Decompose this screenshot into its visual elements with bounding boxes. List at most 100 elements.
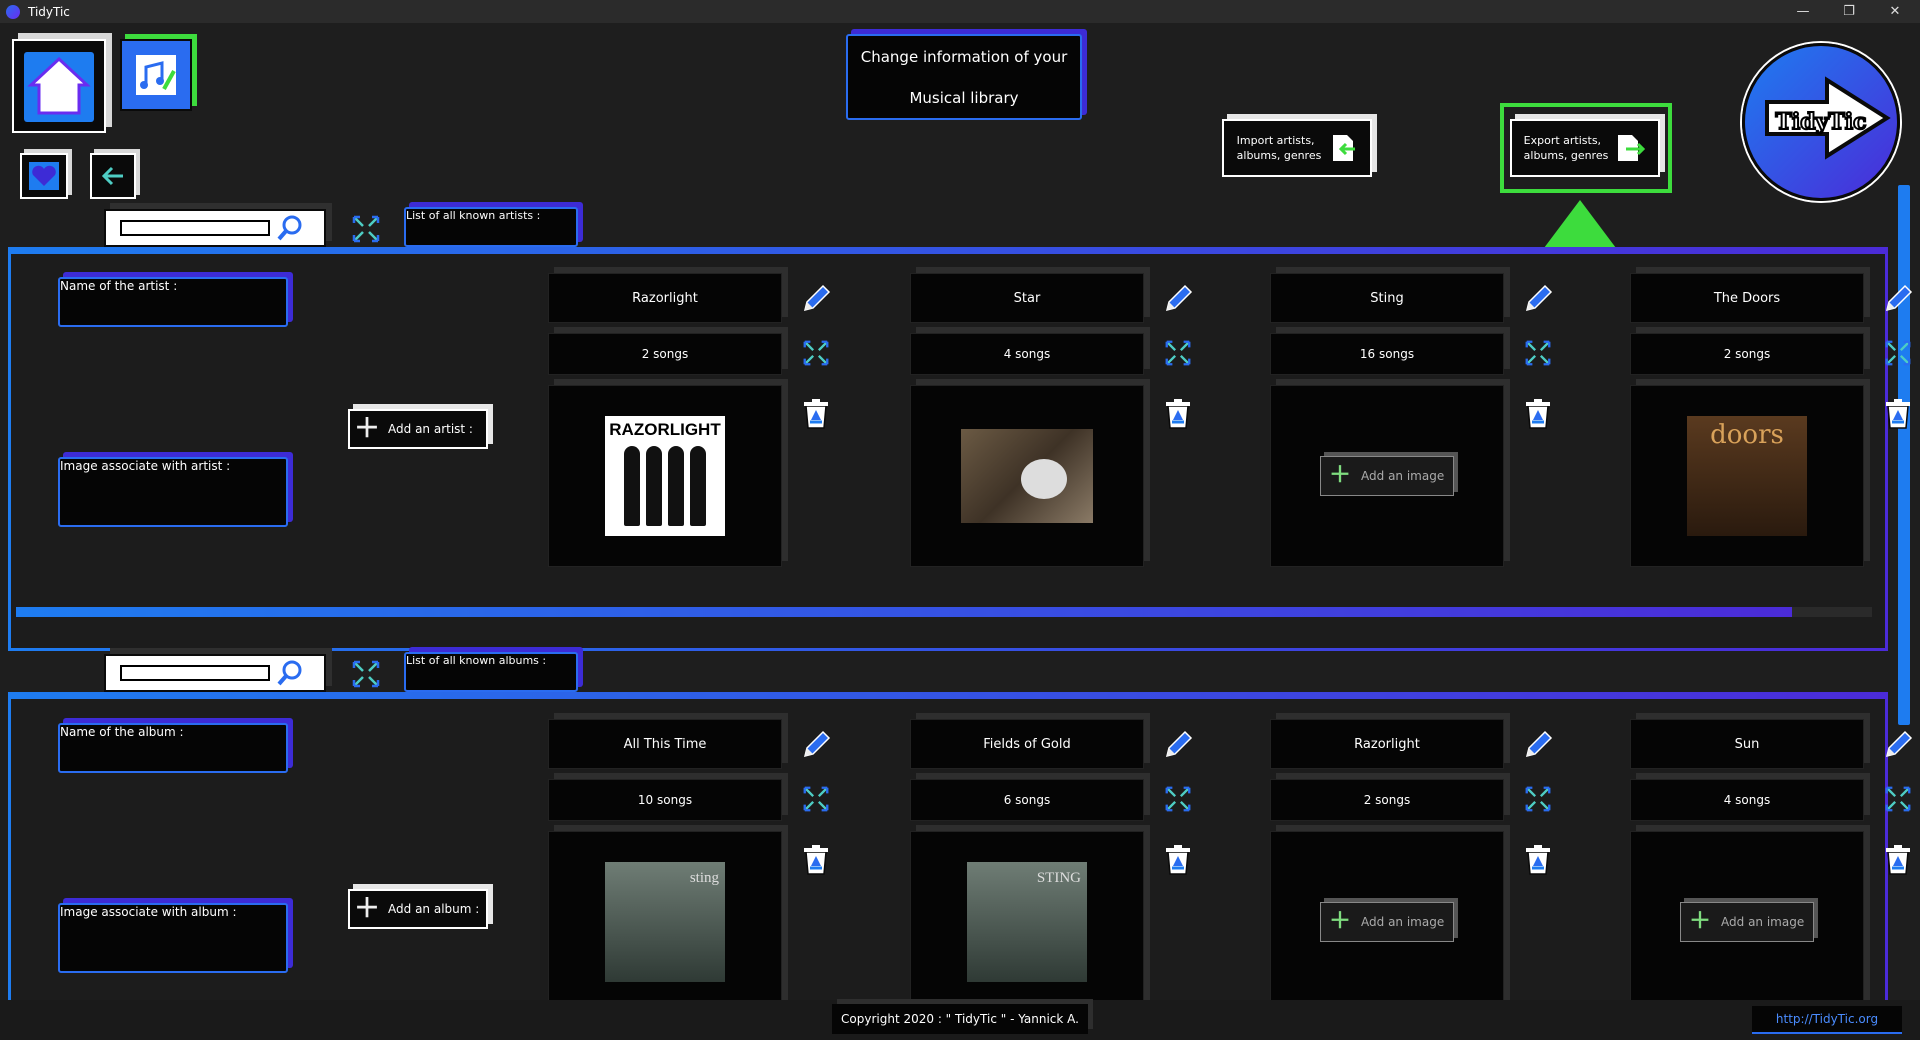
home-button[interactable] — [12, 39, 106, 133]
expand-icon[interactable] — [1162, 337, 1194, 369]
edit-pencil-icon[interactable] — [798, 727, 834, 763]
album-image-1: STING — [967, 862, 1087, 982]
search-icon[interactable] — [276, 659, 304, 687]
edit-pencil-icon[interactable] — [1520, 727, 1556, 763]
restore-button[interactable]: ❐ — [1826, 0, 1872, 23]
album-songs-2: 2 songs — [1270, 779, 1504, 821]
page-title-line1: Change information of your — [860, 47, 1068, 66]
edit-pencil-icon[interactable] — [798, 281, 834, 317]
trash-icon[interactable] — [800, 397, 832, 431]
add-artist-button[interactable]: ＋ Add an artist : — [348, 409, 488, 449]
artist-image-cell-0[interactable]: RAZORLIGHT — [548, 385, 782, 567]
album-image-3: ＋ Add an image — [1680, 902, 1814, 942]
add-image-button[interactable]: ＋ Add an image — [1320, 902, 1454, 942]
artist-songs-2: 16 songs — [1270, 333, 1504, 375]
app-icon — [6, 4, 20, 19]
import-button[interactable]: Import artists, albums, genres — [1222, 119, 1372, 177]
trash-icon[interactable] — [1882, 397, 1914, 431]
album-image-0: sting — [605, 862, 725, 982]
plus-icon: ＋ — [354, 894, 381, 924]
expand-icon[interactable] — [800, 337, 832, 369]
album-name-label: Name of the album : — [58, 723, 288, 773]
artist-search-box — [104, 209, 326, 247]
album-image-cell-1[interactable]: STING — [910, 831, 1144, 1013]
expand-icon[interactable] — [1882, 337, 1914, 369]
trash-icon[interactable] — [1522, 397, 1554, 431]
expand-icon[interactable] — [1882, 783, 1914, 815]
trash-icon[interactable] — [1522, 843, 1554, 877]
trash-icon[interactable] — [1162, 397, 1194, 431]
albums-list-label: List of all known albums : — [404, 652, 578, 692]
plus-icon: ＋ — [354, 414, 381, 444]
close-button[interactable]: ✕ — [1872, 0, 1918, 23]
expand-icon[interactable] — [800, 783, 832, 815]
import-label-line1: Import artists, — [1236, 134, 1315, 147]
album-name-0: All This Time — [548, 719, 782, 769]
album-search-input[interactable] — [120, 665, 270, 681]
favorites-button[interactable] — [20, 153, 68, 199]
artist-image-1 — [961, 429, 1093, 523]
edit-pencil-icon[interactable] — [1160, 727, 1196, 763]
edit-pencil-icon[interactable] — [1520, 281, 1556, 317]
add-image-label: Add an image — [1361, 469, 1445, 483]
expand-icon[interactable] — [1522, 337, 1554, 369]
expand-icon[interactable] — [1522, 783, 1554, 815]
artist-image-cell-1[interactable] — [910, 385, 1144, 567]
add-image-button[interactable]: ＋ Add an image — [1680, 902, 1814, 942]
artist-songs-1: 4 songs — [910, 333, 1144, 375]
home-icon — [24, 52, 94, 122]
add-image-button[interactable]: ＋ Add an image — [1320, 456, 1454, 496]
artist-image-cell-2[interactable]: ＋ Add an image — [1270, 385, 1504, 567]
band-figures — [624, 446, 706, 526]
album-image-label: Image associate with album : — [58, 903, 288, 973]
footer: Copyright 2020 : " TidyTic " - Yannick A… — [0, 1000, 1920, 1040]
album-image-cell-2[interactable]: ＋ Add an image — [1270, 831, 1504, 1013]
trash-icon[interactable] — [800, 843, 832, 877]
plus-icon: ＋ — [1329, 463, 1352, 488]
artist-songs-3: 2 songs — [1630, 333, 1864, 375]
logo-text: TidyTic — [1774, 108, 1867, 136]
artist-songs-0: 2 songs — [548, 333, 782, 375]
trash-icon[interactable] — [1882, 843, 1914, 877]
artist-image-cell-3[interactable]: doors — [1630, 385, 1864, 567]
vertical-scrollbar-thumb[interactable] — [1898, 185, 1910, 725]
edit-pencil-icon[interactable] — [1880, 727, 1916, 763]
album-search-box — [104, 654, 326, 692]
artists-hscroll-thumb[interactable] — [16, 607, 1792, 617]
album-songs-1: 6 songs — [910, 779, 1144, 821]
website-link[interactable]: http://TidyTic.org — [1752, 1006, 1902, 1034]
music-edit-button[interactable] — [120, 39, 192, 111]
heart-icon — [29, 162, 59, 190]
plus-icon: ＋ — [1689, 909, 1712, 934]
expand-albums-icon[interactable] — [350, 658, 382, 690]
export-label-line1: Export artists, — [1523, 134, 1602, 147]
export-label-line2: albums, genres — [1523, 149, 1609, 162]
edit-pencil-icon[interactable] — [1160, 281, 1196, 317]
photo-title: RAZORLIGHT — [609, 420, 721, 439]
artists-hscroll-track[interactable] — [16, 607, 1872, 617]
page-title: Change information of your Musical libra… — [846, 34, 1082, 120]
export-button[interactable]: Export artists, albums, genres — [1510, 119, 1660, 177]
artists-list-label: List of all known artists : — [404, 207, 578, 247]
album-image-cell-0[interactable]: sting — [548, 831, 782, 1013]
edit-pencil-icon[interactable] — [1880, 281, 1916, 317]
artist-name-3: The Doors — [1630, 273, 1864, 323]
album-cover: sting — [605, 862, 725, 982]
cover-title: STING — [1036, 870, 1081, 886]
artist-search-input[interactable] — [120, 220, 270, 236]
tidytic-logo[interactable]: TidyTic — [1742, 43, 1900, 201]
expand-icon[interactable] — [1162, 783, 1194, 815]
back-button[interactable] — [90, 153, 136, 199]
add-image-label: Add an image — [1721, 915, 1805, 929]
search-icon[interactable] — [276, 214, 304, 242]
window-titlebar: TidyTic — ❐ ✕ — [0, 0, 1920, 23]
photo-title: doors — [1710, 420, 1784, 450]
trash-icon[interactable] — [1162, 843, 1194, 877]
plus-icon: ＋ — [1329, 909, 1352, 934]
minimize-button[interactable]: — — [1780, 0, 1826, 23]
expand-artists-icon[interactable] — [350, 213, 382, 245]
album-image-cell-3[interactable]: ＋ Add an image — [1630, 831, 1864, 1013]
import-label-line2: albums, genres — [1236, 149, 1322, 162]
add-album-button[interactable]: ＋ Add an album : — [348, 889, 488, 929]
arrow-left-icon — [101, 166, 123, 186]
